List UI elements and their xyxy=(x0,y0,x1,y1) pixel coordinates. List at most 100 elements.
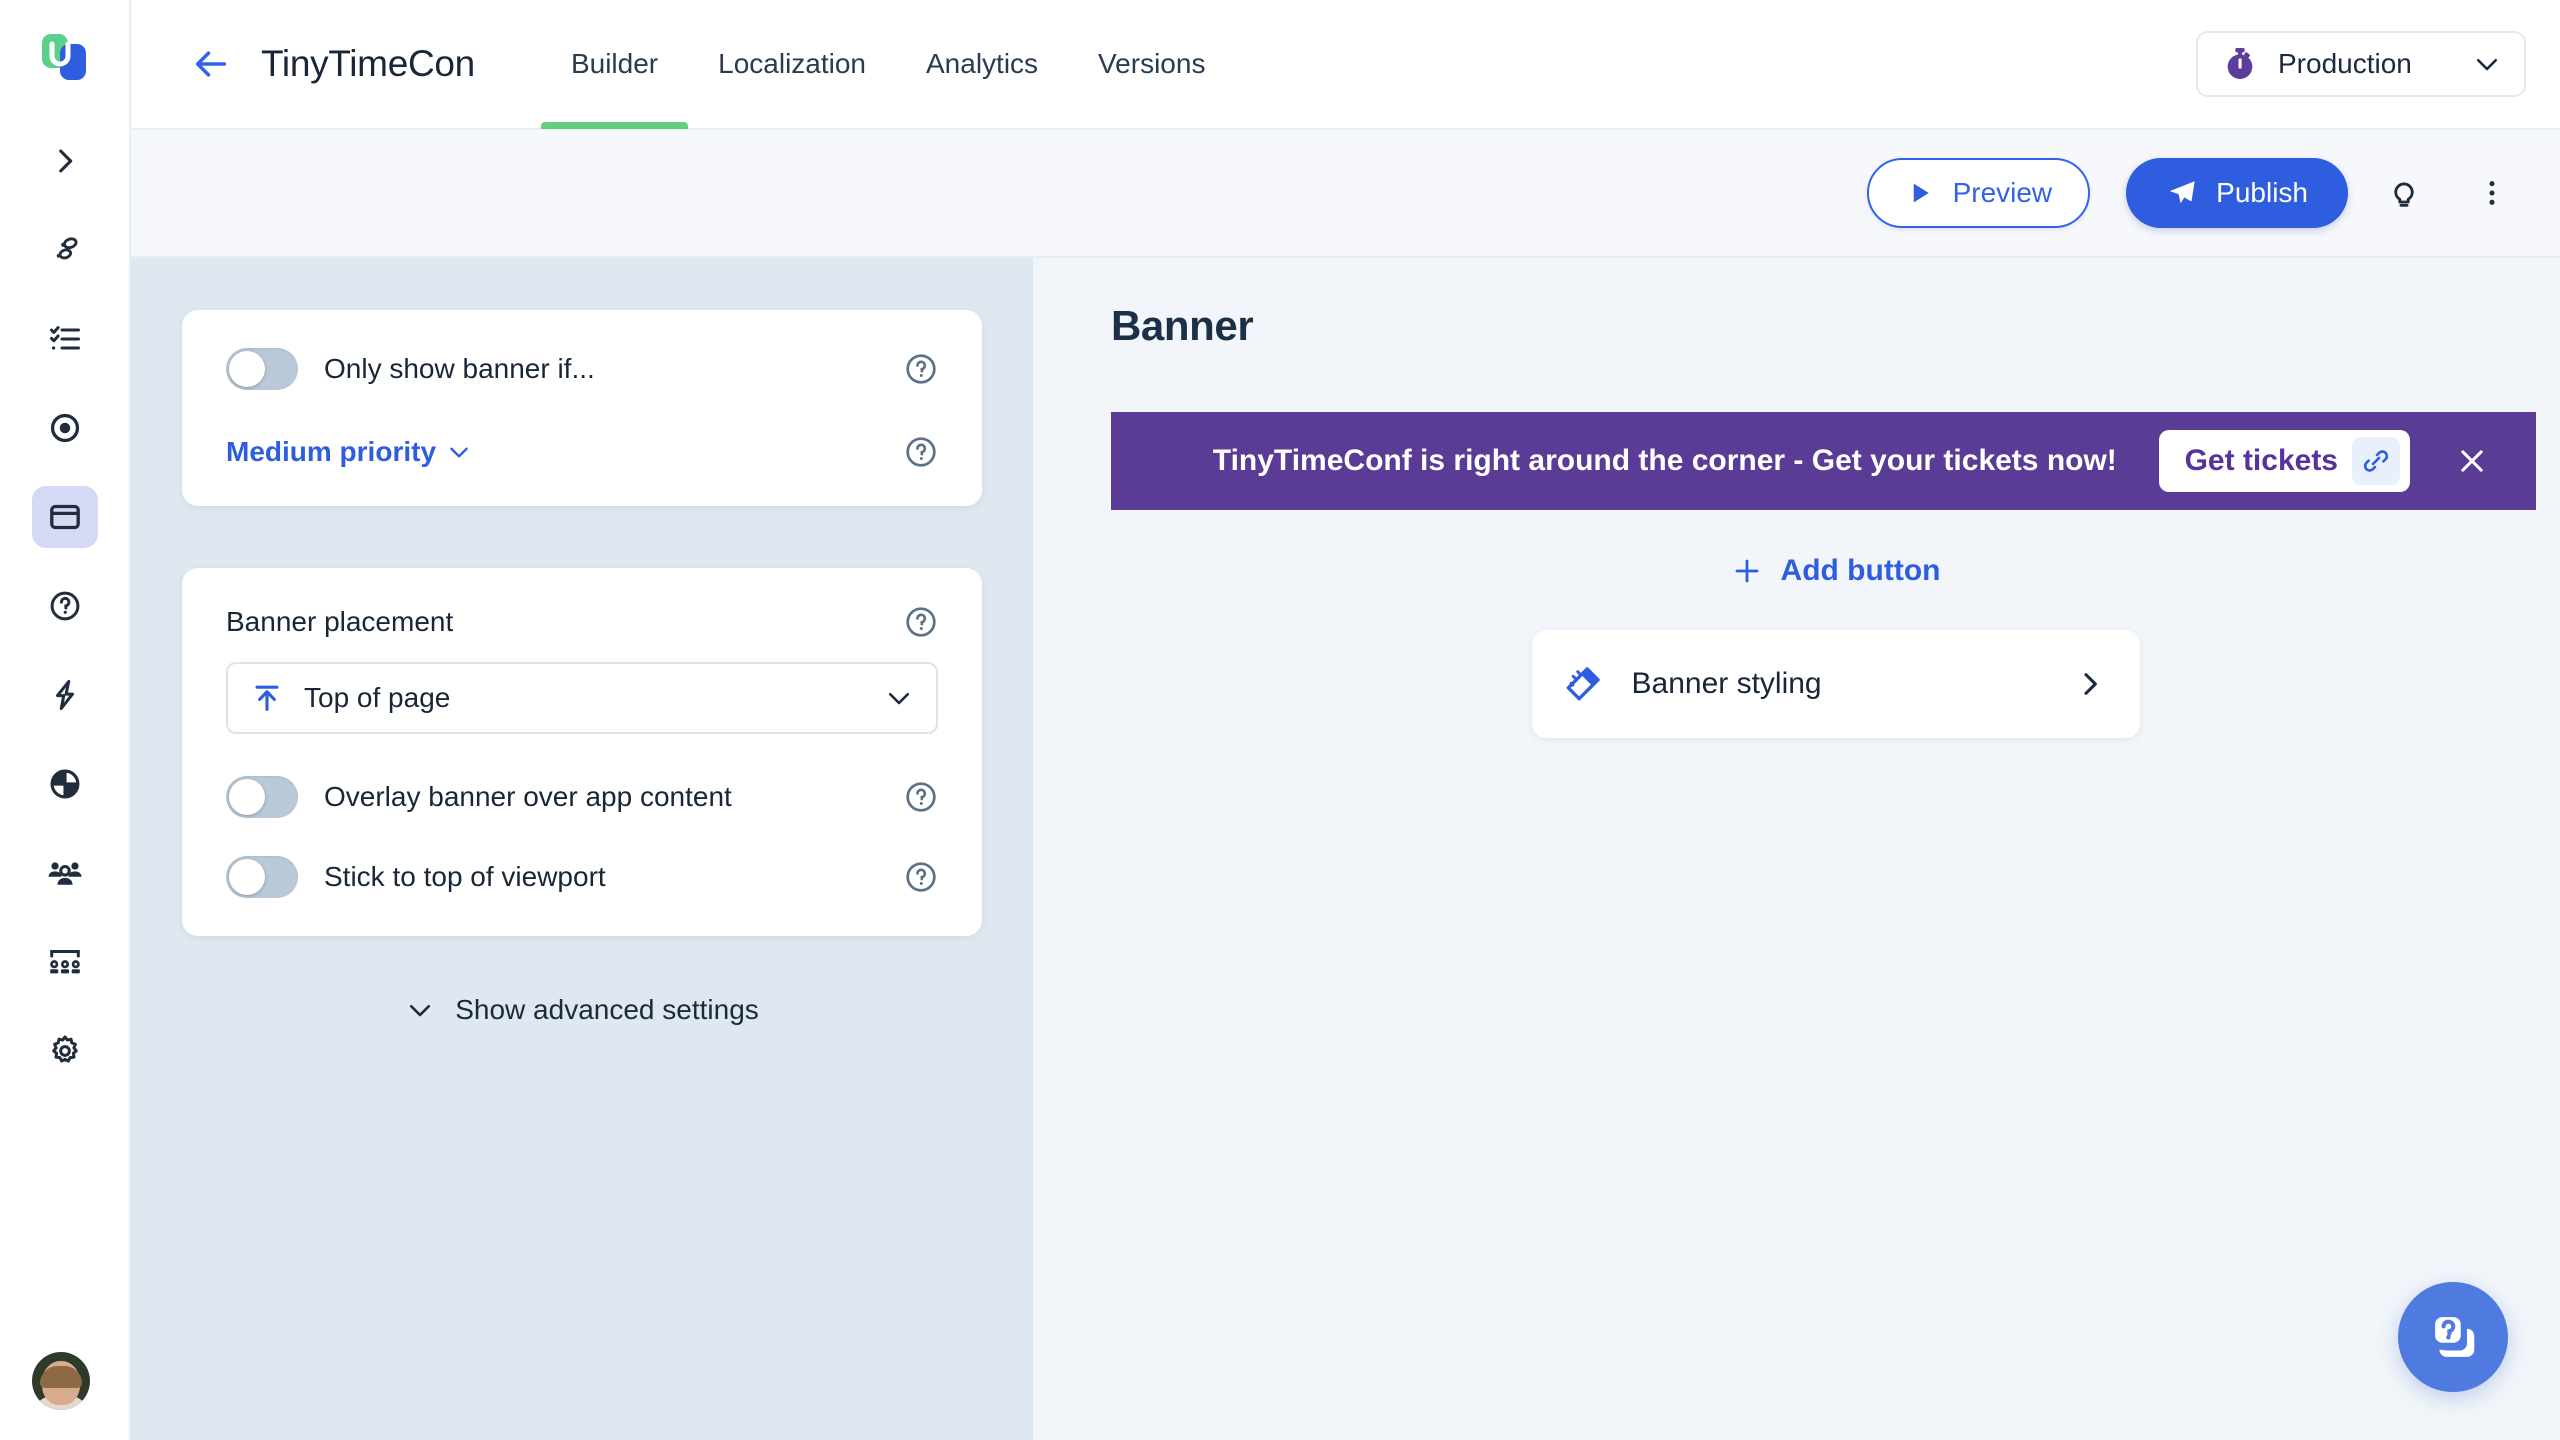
avatar[interactable] xyxy=(32,1352,90,1410)
only-show-banner-toggle[interactable] xyxy=(226,348,298,390)
close-icon xyxy=(2461,450,2483,472)
body-split: Only show banner if... Medium priority B… xyxy=(131,258,2560,1440)
help-icon-placement[interactable] xyxy=(904,605,938,639)
environment-selector[interactable]: Production xyxy=(2196,31,2526,97)
get-tickets-button[interactable]: Get tickets xyxy=(2158,430,2410,492)
link-icon[interactable] xyxy=(2352,437,2400,485)
stick-to-top-label: Stick to top of viewport xyxy=(324,861,606,892)
avatar-hair xyxy=(40,1365,82,1388)
action-bar: Preview Publish xyxy=(131,130,2560,258)
more-vertical-icon xyxy=(2489,181,2495,205)
priority-select[interactable]: Medium priority xyxy=(226,436,472,468)
priority-row: Medium priority xyxy=(226,436,938,468)
stick-to-top-toggle[interactable] xyxy=(226,856,298,898)
sidebar-item-companies[interactable] xyxy=(32,931,98,993)
userflow-logo[interactable] xyxy=(36,28,94,86)
banner-placement-select[interactable]: Top of page xyxy=(226,662,938,734)
toggle-knob xyxy=(229,351,265,387)
tips-button[interactable] xyxy=(2372,161,2436,225)
only-show-banner-label: Only show banner if... xyxy=(324,353,595,384)
arrow-to-top-icon xyxy=(255,685,279,711)
priority-label: Medium priority xyxy=(226,436,437,467)
help-icon-only-show[interactable] xyxy=(904,352,938,386)
sidebar-item-checklists[interactable] xyxy=(32,308,98,370)
checklist-icon xyxy=(49,326,80,350)
sidebar-item-settings[interactable] xyxy=(32,1020,98,1082)
banner-close-button[interactable] xyxy=(2450,439,2494,483)
get-tickets-label: Get tickets xyxy=(2184,444,2338,477)
config-panel: Only show banner if... Medium priority B… xyxy=(131,258,1033,1440)
segments-icon xyxy=(49,950,80,974)
help-icon-stick[interactable] xyxy=(904,860,938,894)
sidebar-item-analytics[interactable] xyxy=(32,753,98,815)
overlay-banner-label: Overlay banner over app content xyxy=(324,781,732,812)
users-icon xyxy=(48,862,81,885)
target-icon xyxy=(50,413,79,443)
toggle-knob xyxy=(229,859,265,895)
sidebar-item-launchers[interactable] xyxy=(32,397,98,459)
environment-label: Production xyxy=(2278,48,2412,79)
more-options-button[interactable] xyxy=(2460,161,2524,225)
chevron-down-icon xyxy=(450,447,468,458)
lightbulb-icon xyxy=(2394,182,2414,207)
gear-icon xyxy=(51,1035,78,1063)
main-region: TinyTimeCon Builder Localization Analyti… xyxy=(131,0,2560,1440)
page-title: TinyTimeCon xyxy=(261,43,475,84)
sidebar-item-events[interactable] xyxy=(32,664,98,726)
footsteps-icon xyxy=(56,237,78,260)
resource-center-launcher[interactable] xyxy=(2398,1282,2508,1392)
toggle-knob xyxy=(229,779,265,815)
sidebar-item-expand[interactable] xyxy=(32,130,98,192)
targeting-card: Only show banner if... Medium priority xyxy=(182,310,982,506)
add-button-action[interactable]: Add button xyxy=(1396,554,2276,588)
magic-wand-icon xyxy=(1566,667,1600,701)
overlay-banner-row: Overlay banner over app content xyxy=(226,776,938,818)
banner-styling-card[interactable]: Banner styling xyxy=(1531,630,2140,738)
banner-preview[interactable]: TinyTimeConf is right around the corner … xyxy=(1111,412,2536,510)
tab-analytics-label: Analytics xyxy=(926,48,1039,79)
paper-plane-icon xyxy=(2169,181,2195,204)
chevron-down-icon xyxy=(2476,58,2498,71)
banner-message: TinyTimeConf is right around the corner … xyxy=(1212,444,2117,477)
play-icon xyxy=(1913,183,1929,203)
plus-icon xyxy=(1735,559,1758,583)
add-button-label: Add button xyxy=(1780,554,1941,587)
stick-to-top-row: Stick to top of viewport xyxy=(226,856,938,898)
help-icon-overlay[interactable] xyxy=(904,780,938,814)
stopwatch-icon xyxy=(2227,48,2253,79)
sidebar-item-flows[interactable] xyxy=(32,219,98,281)
placement-card: Banner placement Top of page Overlay ban… xyxy=(182,568,982,936)
banner-styling-label: Banner styling xyxy=(1631,667,1822,700)
back-button[interactable] xyxy=(189,42,233,86)
publish-button[interactable]: Publish xyxy=(2126,158,2348,228)
overlay-banner-toggle[interactable] xyxy=(226,776,298,818)
sidebar-item-users[interactable] xyxy=(32,842,98,904)
resource-center-icon xyxy=(2435,1317,2475,1357)
sidebar-item-resource-center[interactable] xyxy=(32,575,98,637)
preview-button[interactable]: Preview xyxy=(1866,158,2091,228)
expand-sidebar-icon xyxy=(58,149,72,173)
arrow-left-icon xyxy=(195,51,227,77)
chevron-down-icon xyxy=(410,1004,431,1017)
tab-analytics[interactable]: Analytics xyxy=(896,0,1068,129)
chevron-down-icon xyxy=(888,692,910,705)
placement-label-row: Banner placement xyxy=(226,606,938,638)
tab-localization[interactable]: Localization xyxy=(688,0,896,129)
tab-versions[interactable]: Versions xyxy=(1068,0,1235,129)
sidebar-item-banners[interactable] xyxy=(31,486,98,548)
banner-placement-label: Banner placement xyxy=(226,606,454,637)
tab-builder[interactable]: Builder xyxy=(540,0,689,129)
question-circle-icon xyxy=(50,591,79,621)
canvas-title: Banner xyxy=(1111,302,1254,349)
help-icon-priority[interactable] xyxy=(904,435,938,469)
tab-bar: Builder Localization Analytics Versions xyxy=(540,0,1236,129)
show-advanced-settings-button[interactable]: Show advanced settings xyxy=(182,994,982,1026)
preview-button-label: Preview xyxy=(1952,177,2053,208)
left-icon-rail xyxy=(0,0,131,1440)
rail-item-list xyxy=(31,130,98,1109)
chevron-right-icon xyxy=(2083,673,2097,695)
only-show-banner-row: Only show banner if... xyxy=(226,348,938,390)
tab-localization-label: Localization xyxy=(718,48,866,79)
publish-button-label: Publish xyxy=(2216,177,2308,208)
app-root: TinyTimeCon Builder Localization Analyti… xyxy=(0,0,2560,1440)
